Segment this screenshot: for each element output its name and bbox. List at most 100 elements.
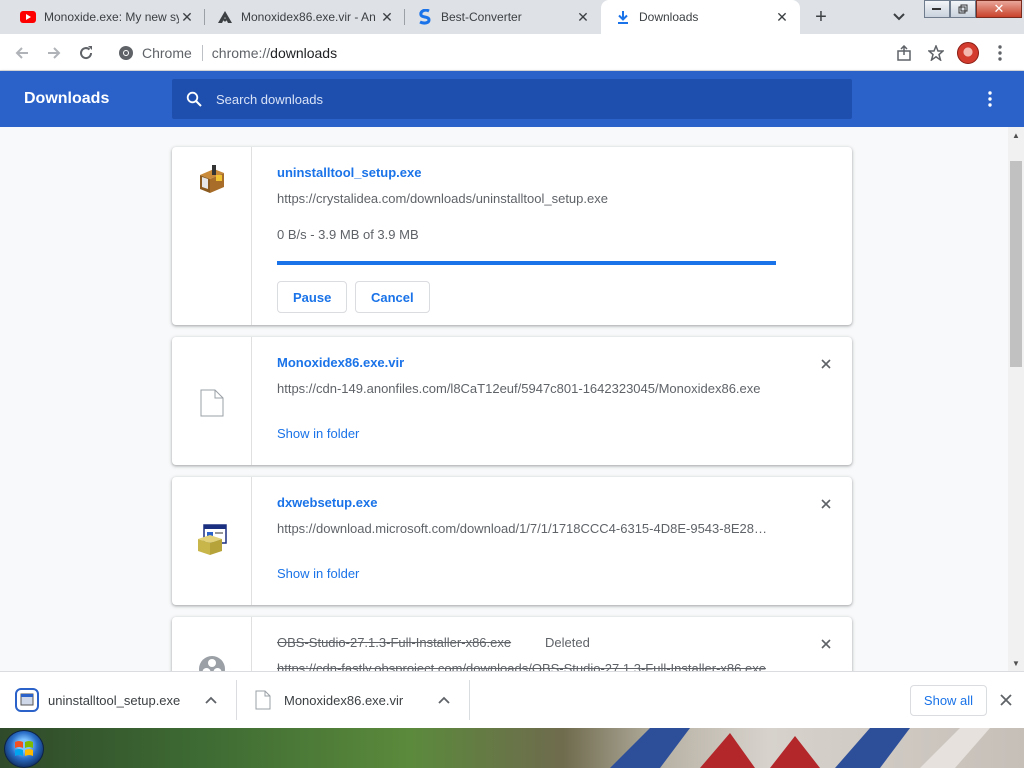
tab-title: Monoxidex86.exe.vir - An [241, 10, 376, 24]
restore-button[interactable] [950, 0, 976, 18]
bookmark-button[interactable] [920, 39, 952, 67]
show-in-folder-link[interactable]: Show in folder [277, 426, 359, 441]
scroll-down-arrow-icon[interactable]: ▼ [1008, 655, 1024, 671]
shelf-item-name: uninstalltool_setup.exe [48, 692, 181, 708]
anonfiles-icon [217, 9, 233, 25]
pause-button[interactable]: Pause [277, 281, 348, 313]
tab-downloads[interactable]: Downloads ✕ [601, 0, 800, 34]
divider [469, 680, 470, 720]
divider [201, 44, 203, 61]
status-label: Deleted [545, 635, 590, 650]
file-name-link[interactable]: Monoxidex86.exe.vir [277, 355, 404, 370]
setup-file-icon [196, 523, 228, 605]
shelf-item-name: Monoxidex86.exe.vir [284, 692, 404, 708]
close-icon[interactable]: ✕ [575, 9, 591, 25]
window-controls: ✕ [924, 0, 1022, 19]
download-icon [615, 9, 631, 25]
progress-bar [277, 261, 776, 265]
profile-button[interactable] [952, 39, 984, 67]
download-item: uninstalltool_setup.exe https://crystali… [172, 147, 852, 325]
file-name-link[interactable]: dxwebsetup.exe [277, 495, 377, 510]
chevron-down-icon [893, 13, 905, 21]
star-icon [928, 44, 944, 61]
tab-anonfiles[interactable]: Monoxidex86.exe.vir - An ✕ [205, 0, 405, 34]
tab-youtube[interactable]: Monoxide.exe: My new sy ✕ [0, 0, 205, 34]
scrollbar[interactable]: ▲ ▼ [1008, 127, 1024, 671]
cancel-button[interactable]: Cancel [355, 281, 430, 313]
chevron-up-icon[interactable] [201, 690, 221, 710]
more-vert-icon [998, 44, 1002, 61]
installer-file-icon [196, 163, 228, 325]
show-in-folder-link[interactable]: Show in folder [277, 566, 359, 581]
search-icon[interactable] [172, 91, 216, 107]
tab-strip: Monoxide.exe: My new sy ✕ Monoxidex86.ex… [0, 0, 1024, 34]
back-button[interactable] [9, 40, 35, 66]
downloads-menu-button[interactable] [978, 87, 1002, 111]
site-info-chip[interactable]: Chrome [108, 44, 212, 61]
tab-best-converter[interactable]: Best-Converter ✕ [405, 0, 601, 34]
generic-file-icon [250, 687, 276, 713]
downloads-list: uninstalltool_setup.exe https://crystali… [0, 127, 1008, 671]
new-tab-button[interactable]: + [808, 5, 834, 29]
avatar [957, 41, 979, 64]
youtube-icon [20, 9, 36, 25]
shelf-item[interactable]: Monoxidex86.exe.vir [250, 678, 468, 722]
chrome-icon [119, 45, 133, 60]
divider [236, 680, 237, 720]
close-icon[interactable] [818, 496, 834, 512]
forward-button[interactable] [41, 40, 67, 66]
url-text[interactable]: chrome://downloads [212, 45, 337, 61]
forward-arrow-icon [48, 47, 61, 59]
windows-logo-icon [15, 741, 33, 756]
obs-icon [198, 655, 226, 671]
window-close-button[interactable]: ✕ [976, 0, 1022, 18]
share-icon [897, 44, 911, 61]
close-icon[interactable] [996, 690, 1016, 710]
wallpaper-graphic [610, 728, 990, 768]
download-item: Monoxidex86.exe.vir https://cdn-149.anon… [172, 337, 852, 465]
tab-title: Downloads [639, 10, 699, 24]
page-title: Downloads [24, 90, 110, 107]
tab-search-button[interactable] [888, 6, 910, 28]
more-vert-icon [988, 91, 992, 107]
close-icon[interactable] [818, 636, 834, 652]
show-all-button[interactable]: Show all [910, 685, 987, 716]
search-box[interactable] [172, 79, 852, 119]
download-item: dxwebsetup.exe https://download.microsof… [172, 477, 852, 605]
site-label: Chrome [142, 44, 192, 61]
search-input[interactable] [216, 91, 816, 107]
url-scheme: chrome:// [211, 44, 271, 61]
scroll-thumb[interactable] [1010, 161, 1022, 367]
file-url: https://download.microsoft.com/download/… [277, 521, 773, 536]
close-icon[interactable]: ✕ [179, 9, 195, 25]
address-bar[interactable]: Chrome chrome://downloads [108, 38, 1016, 67]
file-name-link[interactable]: uninstalltool_setup.exe [277, 165, 421, 180]
generic-file-icon [200, 389, 224, 465]
tab-title: Best-Converter [441, 10, 522, 24]
shelf-item[interactable]: uninstalltool_setup.exe [14, 678, 234, 722]
converter-icon [417, 9, 433, 25]
download-item: OBS-Studio-27.1.3-Full-Installer-x86.exe… [172, 617, 852, 671]
close-icon[interactable]: ✕ [379, 9, 395, 25]
browser-toolbar: Chrome chrome://downloads [0, 34, 1024, 71]
tab-title: Monoxide.exe: My new sy [44, 10, 179, 24]
file-url: https://cdn-fastly.obsproject.com/downlo… [277, 661, 766, 671]
file-url: https://cdn-149.anonfiles.com/l8CaT12euf… [277, 381, 761, 396]
chevron-up-icon[interactable] [434, 690, 454, 710]
chrome-menu-button[interactable] [984, 39, 1016, 67]
reload-button[interactable] [73, 40, 99, 66]
reload-icon [80, 46, 93, 60]
close-icon[interactable] [818, 356, 834, 372]
downloads-header: Downloads [0, 71, 1024, 127]
scroll-up-arrow-icon[interactable]: ▲ [1008, 127, 1024, 143]
minimize-button[interactable] [924, 0, 950, 18]
taskbar [0, 728, 1024, 768]
progress-fill [277, 261, 776, 265]
share-button[interactable] [888, 39, 920, 67]
download-shelf: uninstalltool_setup.exe Monoxidex86.exe.… [0, 671, 1024, 728]
start-button[interactable] [4, 730, 44, 768]
close-icon[interactable]: ✕ [774, 9, 790, 25]
file-name: OBS-Studio-27.1.3-Full-Installer-x86.exe [277, 635, 512, 650]
installer-file-icon [14, 687, 40, 713]
url-path: downloads [270, 44, 338, 61]
